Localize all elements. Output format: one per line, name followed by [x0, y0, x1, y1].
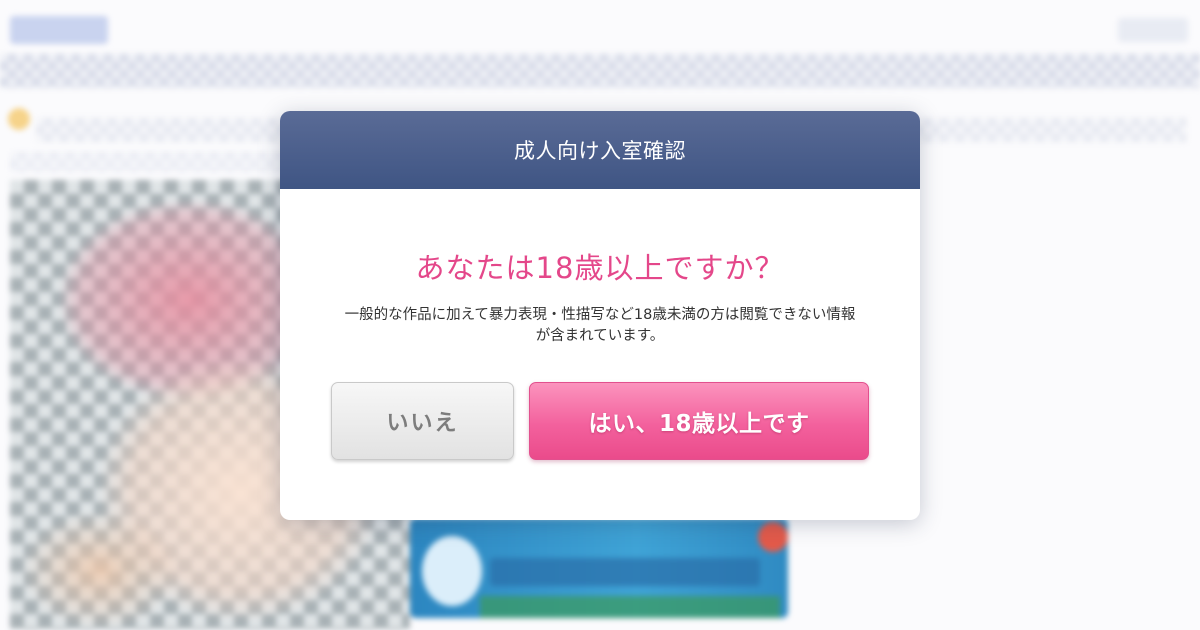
background-navigation-bar: [0, 54, 1200, 88]
dialog-header: 成人向け入室確認: [280, 111, 920, 189]
background-banner-ad: [410, 518, 788, 618]
dialog-body: あなたは18歳以上ですか？ 一般的な作品に加えて暴力表現・性描写など18歳未満の…: [280, 249, 920, 347]
image-blur-region: [20, 510, 180, 630]
dialog-button-group: いいえ はい、18歳以上です: [331, 382, 869, 460]
age-verification-screen: 成人向け入室確認 あなたは18歳以上ですか？ 一般的な作品に加えて暴力表現・性描…: [0, 0, 1200, 630]
background-icon: [8, 108, 30, 130]
banner-badge: [758, 522, 788, 552]
background-header-menu: [1118, 18, 1188, 42]
age-question: あなたは18歳以上ですか？: [415, 251, 785, 285]
no-button[interactable]: いいえ: [331, 382, 514, 460]
yes-over-18-button[interactable]: はい、18歳以上です: [529, 382, 869, 460]
warning-line-2: が含まれています。: [535, 328, 665, 344]
banner-logo-area: [490, 558, 760, 586]
banner-footer-strip: [480, 596, 780, 618]
background-site-logo: [10, 16, 108, 44]
banner-character-image: [422, 536, 482, 606]
content-warning-text: 一般的な作品に加えて暴力表現・性描写など18歳未満の方は閲覧できない情報 が含ま…: [330, 305, 870, 347]
dialog-title: 成人向け入室確認: [514, 139, 686, 163]
warning-line-1: 一般的な作品に加えて暴力表現・性描写など18歳未満の方は閲覧できない情報: [344, 307, 856, 323]
age-confirmation-dialog: 成人向け入室確認 あなたは18歳以上ですか？ 一般的な作品に加えて暴力表現・性描…: [280, 111, 920, 520]
